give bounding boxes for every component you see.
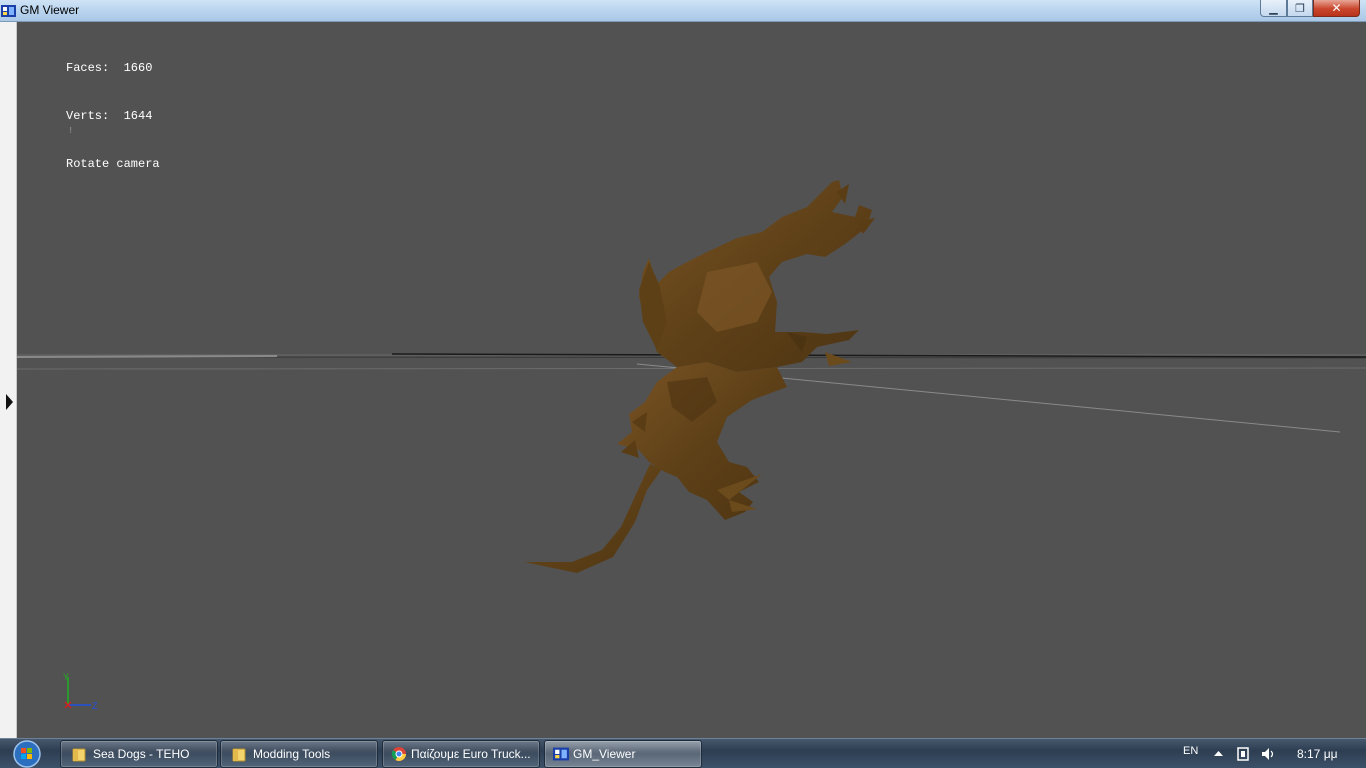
3d-viewport[interactable]: Y Z Faces: 1660 Verts: 1644 Rotate camer… xyxy=(17,22,1366,738)
taskbar-item-label: GM_Viewer xyxy=(573,747,636,761)
side-panel-strip[interactable] xyxy=(0,22,17,738)
chrome-icon xyxy=(391,747,406,761)
show-hidden-icons-icon[interactable] xyxy=(1214,750,1223,757)
axis-gizmo: Y Z xyxy=(63,672,98,711)
maximize-button[interactable]: ❐ xyxy=(1287,0,1313,17)
minimize-button[interactable]: ▁ xyxy=(1260,0,1287,17)
axis-z-label: Z xyxy=(92,701,98,711)
camera-mode: Rotate camera xyxy=(66,157,160,171)
taskbar-item-sea-dogs[interactable]: Sea Dogs - TEHO xyxy=(60,740,218,768)
taskbar-item-gm-viewer[interactable]: GM_Viewer xyxy=(544,740,702,768)
gm-viewer-app-icon xyxy=(1,5,16,17)
folder-icon xyxy=(72,748,86,762)
system-clock[interactable]: 8:17 μμ xyxy=(1297,747,1338,761)
taskbar-item-chrome[interactable]: Παίζουμε Euro Truck... xyxy=(382,740,540,768)
dragon-model[interactable] xyxy=(524,180,875,573)
action-center-flag-icon[interactable] xyxy=(1236,746,1250,762)
taskbar: Sea Dogs - TEHO Modding Tools Παίζουμε E… xyxy=(0,738,1366,768)
faces-count: Faces: 1660 xyxy=(66,61,153,75)
hud-overlay: Faces: 1660 Verts: 1644 Rotate camera xyxy=(66,28,160,204)
hud-marker: ! xyxy=(68,126,74,136)
windows-logo-icon xyxy=(13,740,41,768)
gm-viewer-app-icon xyxy=(553,747,569,761)
taskbar-item-label: Sea Dogs - TEHO xyxy=(93,747,190,761)
taskbar-item-label: Modding Tools xyxy=(253,747,331,761)
verts-count: Verts: 1644 xyxy=(66,109,153,123)
window-title: GM Viewer xyxy=(20,3,80,17)
window-titlebar[interactable]: GM Viewer ▁ ❐ ✕ xyxy=(0,0,1366,22)
taskbar-item-label: Παίζουμε Euro Truck... xyxy=(411,747,531,761)
scene-canvas[interactable]: Y Z xyxy=(17,22,1366,738)
close-button[interactable]: ✕ xyxy=(1313,0,1360,17)
language-indicator[interactable]: EN xyxy=(1183,745,1198,757)
volume-icon[interactable] xyxy=(1261,746,1277,762)
taskbar-item-modding-tools[interactable]: Modding Tools xyxy=(220,740,378,768)
axis-y-label: Y xyxy=(63,672,69,682)
triangle-right-icon[interactable] xyxy=(6,394,13,410)
folder-icon xyxy=(232,748,246,762)
start-button[interactable] xyxy=(10,739,44,768)
